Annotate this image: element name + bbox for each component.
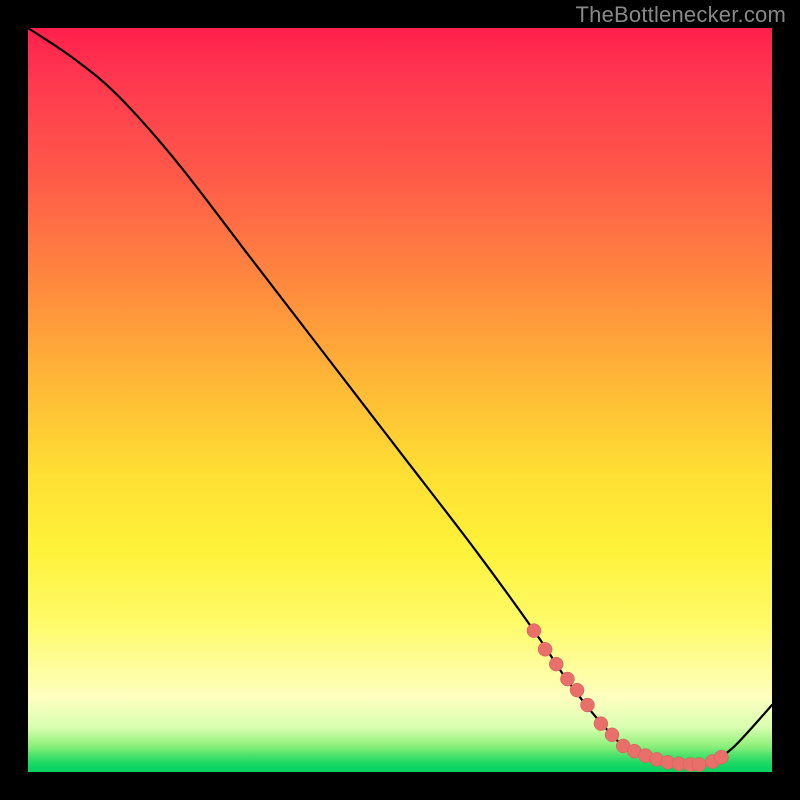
curve-marker	[549, 657, 563, 671]
attribution-label: TheBottlenecker.com	[576, 2, 786, 28]
curve-marker	[605, 728, 619, 742]
curve-svg	[28, 28, 772, 772]
bottleneck-curve	[28, 28, 772, 765]
curve-marker	[714, 750, 728, 764]
curve-marker	[538, 642, 552, 656]
curve-marker	[527, 624, 541, 638]
curve-marker	[594, 717, 608, 731]
curve-marker	[580, 698, 594, 712]
curve-marker	[692, 758, 706, 772]
chart-frame: TheBottlenecker.com	[0, 0, 800, 800]
marker-group	[527, 624, 728, 772]
curve-marker	[570, 683, 584, 697]
plot-area	[28, 28, 772, 772]
curve-marker	[560, 672, 574, 686]
